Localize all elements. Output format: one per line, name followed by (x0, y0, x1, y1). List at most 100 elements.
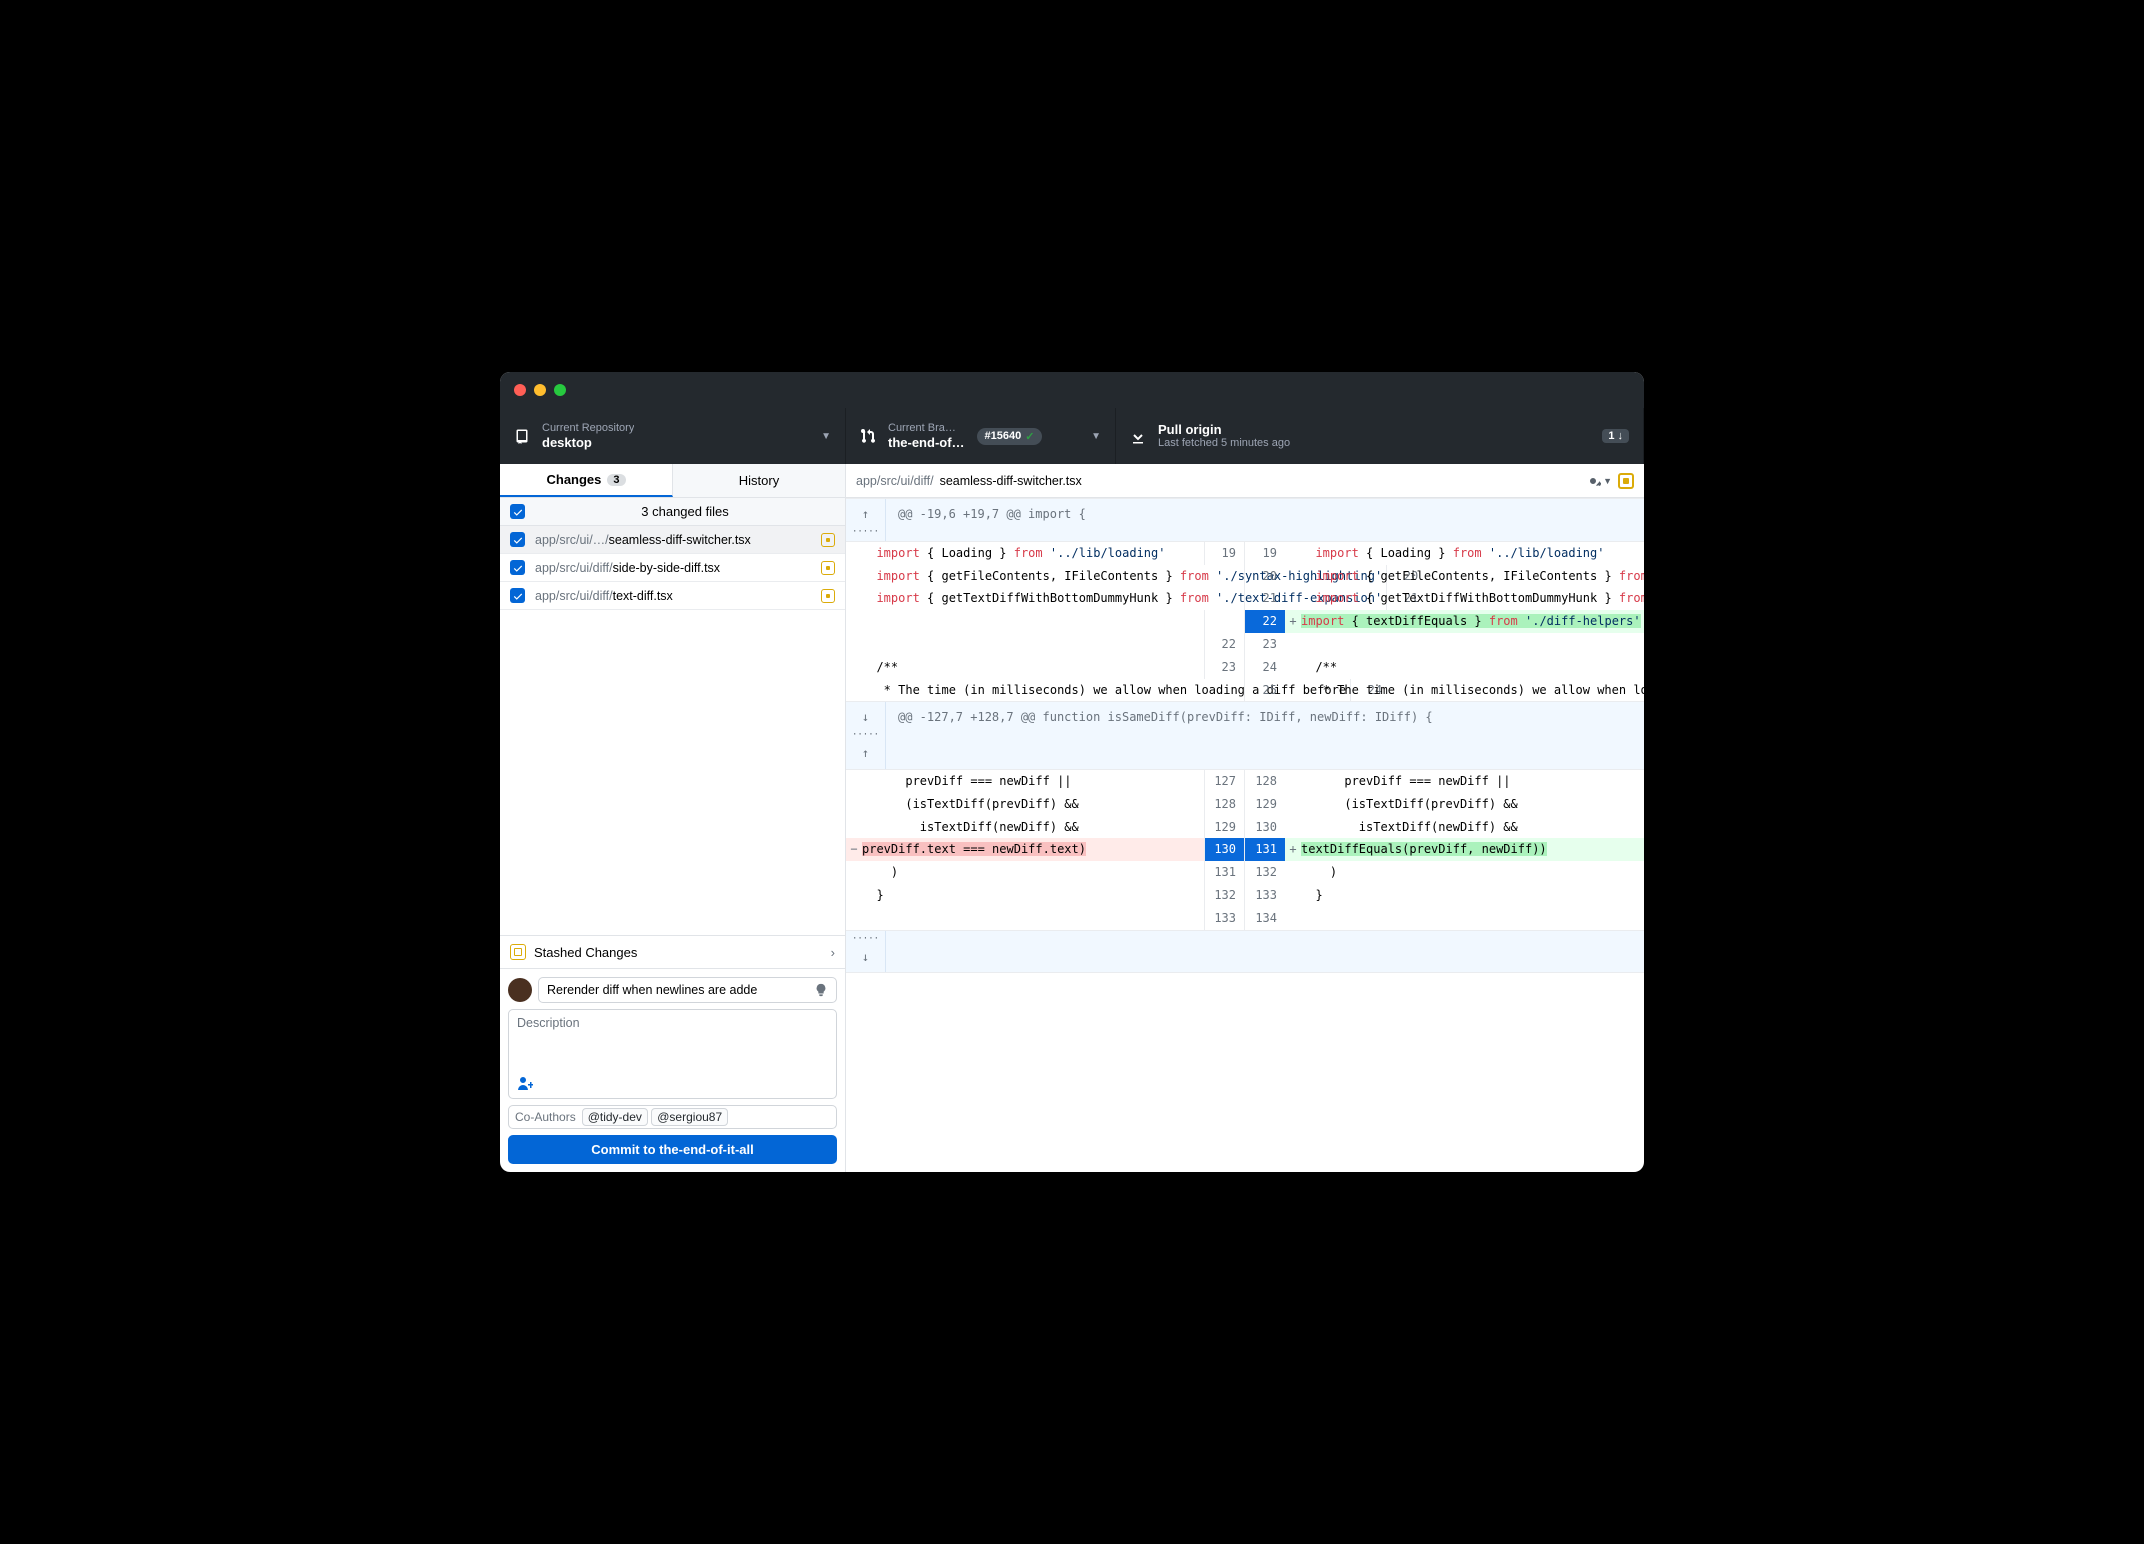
diff-body[interactable]: ↑·····@@ -19,6 +19,7 @@ import { import … (846, 498, 1644, 973)
diff-line[interactable]: * The time (in milliseconds) we allow wh… (846, 679, 1644, 702)
diff-line[interactable]: import { getFileContents, IFileContents … (846, 565, 1644, 588)
files-summary-text: 3 changed files (535, 504, 835, 519)
expand-hunk-icon[interactable]: ↓·····↑ (846, 702, 886, 769)
diff-line[interactable]: }132133 } (846, 884, 1644, 907)
file-checkbox[interactable] (510, 588, 525, 603)
line-number-new: 22 (1245, 610, 1285, 633)
repo-selector-value: desktop (542, 435, 634, 451)
line-number-new: 132 (1245, 861, 1285, 884)
branch-selector-value: the-end-of… (888, 435, 965, 451)
file-checkbox[interactable] (510, 532, 525, 547)
diff-whitespace-toggle[interactable] (1618, 473, 1634, 489)
pull-fetch-time: Last fetched 5 minutes ago (1158, 437, 1290, 450)
modified-icon (821, 589, 835, 603)
window-maximize-button[interactable] (554, 384, 566, 396)
commit-form: Rerender diff when newlines are adde Des… (500, 968, 845, 1172)
diff-line[interactable]: isTextDiff(newDiff) &&129130 isTextDiff(… (846, 816, 1644, 839)
expand-hunk-icon[interactable]: ↑····· (846, 499, 886, 541)
sidebar: Changes 3 History 3 changed files app/sr… (500, 464, 846, 1172)
titlebar (500, 372, 1644, 408)
file-row[interactable]: app/src/ui/diff/side-by-side-diff.tsx (500, 554, 845, 582)
avatar[interactable] (508, 978, 532, 1002)
select-all-checkbox[interactable] (510, 504, 525, 519)
diff-line[interactable]: 22+import { textDiffEquals } from './dif… (846, 610, 1644, 633)
line-number-old: 131 (1204, 861, 1244, 884)
commit-button[interactable]: Commit to the-end-of-it-all (508, 1135, 837, 1164)
line-number-old: 132 (1204, 884, 1244, 907)
hunk-expand-down[interactable]: ·····↓ (846, 930, 1644, 974)
pull-origin-button[interactable]: Pull origin Last fetched 5 minutes ago 1… (1116, 408, 1644, 464)
window-minimize-button[interactable] (534, 384, 546, 396)
diff-line[interactable]: import { getTextDiffWithBottomDummyHunk … (846, 587, 1644, 610)
file-path: app/src/ui/diff/text-diff.tsx (535, 589, 811, 603)
hunk-header-text: @@ -19,6 +19,7 @@ import { (886, 499, 1644, 541)
pull-label: Pull origin (1158, 422, 1290, 438)
diff-line[interactable]: )131132 ) (846, 861, 1644, 884)
line-number-new: 20 (1245, 565, 1285, 588)
line-number-new: 133 (1245, 884, 1285, 907)
diff-line[interactable]: (isTextDiff(prevDiff) &&128129 (isTextDi… (846, 793, 1644, 816)
line-number-new: 134 (1245, 907, 1285, 930)
pr-number-badge: #15640 ✓ (977, 428, 1043, 445)
diff-line[interactable]: 133134 (846, 907, 1644, 930)
diff-file-header: app/src/ui/diff/seamless-diff-switcher.t… (846, 464, 1644, 498)
stashed-label: Stashed Changes (534, 945, 637, 960)
file-checkbox[interactable] (510, 560, 525, 575)
line-number-old: 130 (1204, 838, 1244, 861)
coauthor-tag[interactable]: @tidy-dev (582, 1108, 648, 1126)
commit-description-placeholder: Description (517, 1016, 828, 1030)
line-number-old: 19 (1204, 542, 1244, 565)
chevron-down-icon: ▼ (821, 431, 831, 442)
diff-line[interactable]: /**2324 /** (846, 656, 1644, 679)
sidebar-tabs: Changes 3 History (500, 464, 845, 498)
line-number-new: 131 (1245, 838, 1285, 861)
check-icon: ✓ (1025, 430, 1034, 443)
coauthors-input[interactable]: Co-Authors @tidy-dev @sergiou87 (508, 1105, 837, 1129)
diff-line[interactable]: −prevDiff.text === newDiff.text)130131+t… (846, 838, 1644, 861)
hunk-header[interactable]: ↓·····↑@@ -127,7 +128,7 @@ function isSa… (846, 701, 1644, 770)
tab-history[interactable]: History (673, 464, 845, 497)
branch-selector-label: Current Bra… (888, 422, 965, 435)
add-coauthor-icon[interactable] (517, 1076, 533, 1092)
diff-line[interactable]: import { Loading } from '../lib/loading'… (846, 542, 1644, 565)
line-number-old: 22 (1204, 633, 1244, 656)
commit-button-branch: the-end-of-it-all (659, 1142, 754, 1157)
commit-button-prefix: Commit to (591, 1142, 659, 1157)
file-row[interactable]: app/src/ui/…/seamless-diff-switcher.tsx (500, 526, 845, 554)
tab-changes[interactable]: Changes 3 (500, 464, 673, 497)
stash-icon (510, 944, 526, 960)
line-number-old: 127 (1204, 770, 1244, 793)
line-number-new: 130 (1245, 816, 1285, 839)
commit-description-input[interactable]: Description (508, 1009, 837, 1099)
check-icon (513, 507, 523, 517)
chevron-down-icon: ▼ (1091, 431, 1101, 442)
line-number-new: 129 (1245, 793, 1285, 816)
file-row[interactable]: app/src/ui/diff/text-diff.tsx (500, 582, 845, 610)
commit-summary-input[interactable]: Rerender diff when newlines are adde (538, 977, 837, 1003)
diff-settings-button[interactable]: ▼ (1585, 473, 1612, 489)
stashed-changes-row[interactable]: Stashed Changes › (500, 935, 845, 968)
line-number-old: 133 (1204, 907, 1244, 930)
repo-selector-label: Current Repository (542, 422, 634, 435)
diff-path-file: seamless-diff-switcher.tsx (940, 474, 1082, 488)
diff-line[interactable]: prevDiff === newDiff ||127128 prevDiff =… (846, 770, 1644, 793)
line-number-old: 128 (1204, 793, 1244, 816)
hunk-header[interactable]: ↑·····@@ -19,6 +19,7 @@ import { (846, 498, 1644, 542)
coauthor-tag[interactable]: @sergiou87 (651, 1108, 728, 1126)
top-toolbar: Current Repository desktop ▼ Current Bra… (500, 408, 1644, 464)
window-close-button[interactable] (514, 384, 526, 396)
diff-line[interactable]: 2223 (846, 633, 1644, 656)
line-number-new: 23 (1245, 633, 1285, 656)
download-icon (1130, 428, 1146, 444)
lightbulb-icon[interactable] (814, 983, 828, 997)
line-number-old (1204, 610, 1244, 633)
line-number-new: 128 (1245, 770, 1285, 793)
modified-icon (821, 561, 835, 575)
tab-changes-label: Changes (546, 472, 601, 487)
files-list: app/src/ui/…/seamless-diff-switcher.tsxa… (500, 526, 845, 610)
diff-path-dir: app/src/ui/diff/ (856, 474, 934, 488)
repository-selector[interactable]: Current Repository desktop ▼ (500, 408, 846, 464)
branch-selector[interactable]: Current Bra… the-end-of… #15640 ✓ ▼ (846, 408, 1116, 464)
line-number-new: 24 (1245, 656, 1285, 679)
line-number-old: 23 (1204, 656, 1244, 679)
